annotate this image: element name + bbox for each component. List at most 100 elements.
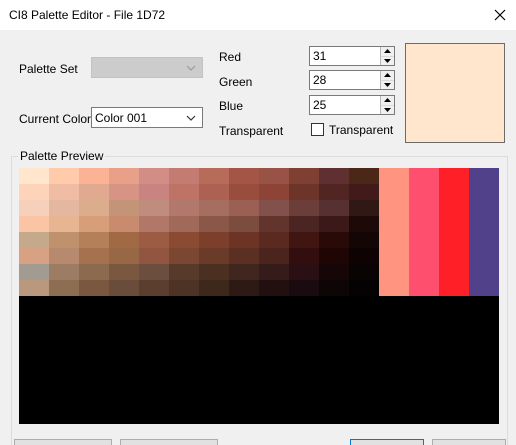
palette-cell bbox=[229, 200, 259, 216]
palette-cell bbox=[229, 184, 259, 200]
current-color-label: Current Color bbox=[19, 112, 92, 126]
palette-cell bbox=[289, 264, 319, 280]
blue-increment-button[interactable] bbox=[380, 96, 394, 106]
cancel-button[interactable] bbox=[432, 439, 506, 445]
blue-spinner[interactable]: 25 bbox=[309, 95, 395, 115]
palette-preview bbox=[19, 168, 499, 424]
blue-label: Blue bbox=[219, 99, 244, 113]
palette-cell bbox=[139, 232, 169, 248]
palette-cell bbox=[109, 184, 139, 200]
palette-cell bbox=[199, 216, 229, 232]
palette-cell bbox=[169, 232, 199, 248]
footer-button-1[interactable] bbox=[14, 439, 112, 445]
palette-cell bbox=[109, 232, 139, 248]
palette-cell bbox=[49, 248, 79, 264]
palette-cell bbox=[49, 200, 79, 216]
palette-cell bbox=[49, 264, 79, 280]
palette-cell bbox=[199, 200, 229, 216]
palette-grid bbox=[19, 168, 379, 296]
red-value[interactable]: 31 bbox=[313, 49, 326, 63]
arrow-down-icon bbox=[384, 58, 391, 63]
palette-cell bbox=[289, 184, 319, 200]
green-label: Green bbox=[219, 75, 253, 89]
palette-cell bbox=[319, 168, 349, 184]
palette-cell bbox=[169, 184, 199, 200]
palette-cell bbox=[169, 264, 199, 280]
palette-cell bbox=[139, 184, 169, 200]
palette-cell bbox=[199, 232, 229, 248]
palette-cell bbox=[139, 280, 169, 296]
palette-cell bbox=[349, 264, 379, 280]
transparent-checkbox[interactable] bbox=[311, 123, 324, 136]
palette-cell bbox=[19, 184, 49, 200]
green-increment-button[interactable] bbox=[380, 71, 394, 81]
palette-strip bbox=[379, 168, 409, 296]
color-preview-swatch bbox=[405, 43, 505, 143]
palette-cell bbox=[169, 248, 199, 264]
palette-cell bbox=[79, 264, 109, 280]
blue-value[interactable]: 25 bbox=[313, 98, 326, 112]
current-color-select[interactable]: Color 001 bbox=[91, 107, 203, 128]
palette-cell bbox=[349, 184, 379, 200]
palette-cell bbox=[19, 168, 49, 184]
palette-cell bbox=[229, 280, 259, 296]
red-label: Red bbox=[219, 50, 242, 64]
palette-cell bbox=[79, 248, 109, 264]
palette-cell bbox=[349, 280, 379, 296]
palette-cell bbox=[289, 216, 319, 232]
palette-cell bbox=[79, 168, 109, 184]
palette-cell bbox=[349, 248, 379, 264]
palette-cell bbox=[259, 184, 289, 200]
palette-cell bbox=[349, 200, 379, 216]
palette-cell bbox=[169, 200, 199, 216]
title-bar: CI8 Palette Editor - File 1D72 bbox=[0, 0, 516, 30]
close-button[interactable] bbox=[486, 3, 514, 27]
palette-cell bbox=[199, 184, 229, 200]
palette-cell bbox=[19, 200, 49, 216]
palette-cell bbox=[229, 264, 259, 280]
palette-cell bbox=[49, 184, 79, 200]
palette-cell bbox=[139, 200, 169, 216]
palette-cell bbox=[289, 168, 319, 184]
transparent-checkbox-label[interactable]: Transparent bbox=[329, 123, 393, 137]
palette-cell bbox=[19, 232, 49, 248]
red-spinner[interactable]: 31 bbox=[309, 46, 395, 66]
palette-cell bbox=[169, 280, 199, 296]
current-color-value: Color 001 bbox=[95, 111, 148, 125]
palette-cell bbox=[319, 184, 349, 200]
palette-cell bbox=[259, 200, 289, 216]
palette-cell bbox=[229, 248, 259, 264]
palette-strip bbox=[409, 168, 439, 296]
palette-cell bbox=[169, 216, 199, 232]
palette-cell bbox=[259, 232, 289, 248]
palette-cell bbox=[289, 200, 319, 216]
green-spinner[interactable]: 28 bbox=[309, 70, 395, 90]
palette-cell bbox=[109, 200, 139, 216]
window-title: CI8 Palette Editor - File 1D72 bbox=[9, 8, 166, 22]
footer-button-2[interactable] bbox=[120, 439, 218, 445]
palette-cell bbox=[349, 168, 379, 184]
red-decrement-button[interactable] bbox=[380, 56, 394, 65]
arrow-up-icon bbox=[384, 49, 391, 54]
palette-cell bbox=[259, 168, 289, 184]
green-decrement-button[interactable] bbox=[380, 80, 394, 89]
palette-cell bbox=[229, 168, 259, 184]
palette-cell bbox=[319, 200, 349, 216]
palette-cell bbox=[199, 264, 229, 280]
blue-decrement-button[interactable] bbox=[380, 105, 394, 114]
palette-cell bbox=[259, 264, 289, 280]
palette-cell bbox=[79, 232, 109, 248]
palette-cell bbox=[49, 216, 79, 232]
palette-set-label: Palette Set bbox=[19, 62, 78, 76]
palette-set-select[interactable] bbox=[91, 57, 203, 78]
ok-button[interactable] bbox=[350, 439, 424, 445]
palette-cell bbox=[49, 232, 79, 248]
palette-cell bbox=[229, 232, 259, 248]
palette-cell bbox=[259, 248, 289, 264]
red-increment-button[interactable] bbox=[380, 47, 394, 57]
palette-cell bbox=[49, 168, 79, 184]
green-value[interactable]: 28 bbox=[313, 73, 326, 87]
palette-cell bbox=[229, 216, 259, 232]
palette-cell bbox=[139, 264, 169, 280]
palette-cell bbox=[19, 264, 49, 280]
